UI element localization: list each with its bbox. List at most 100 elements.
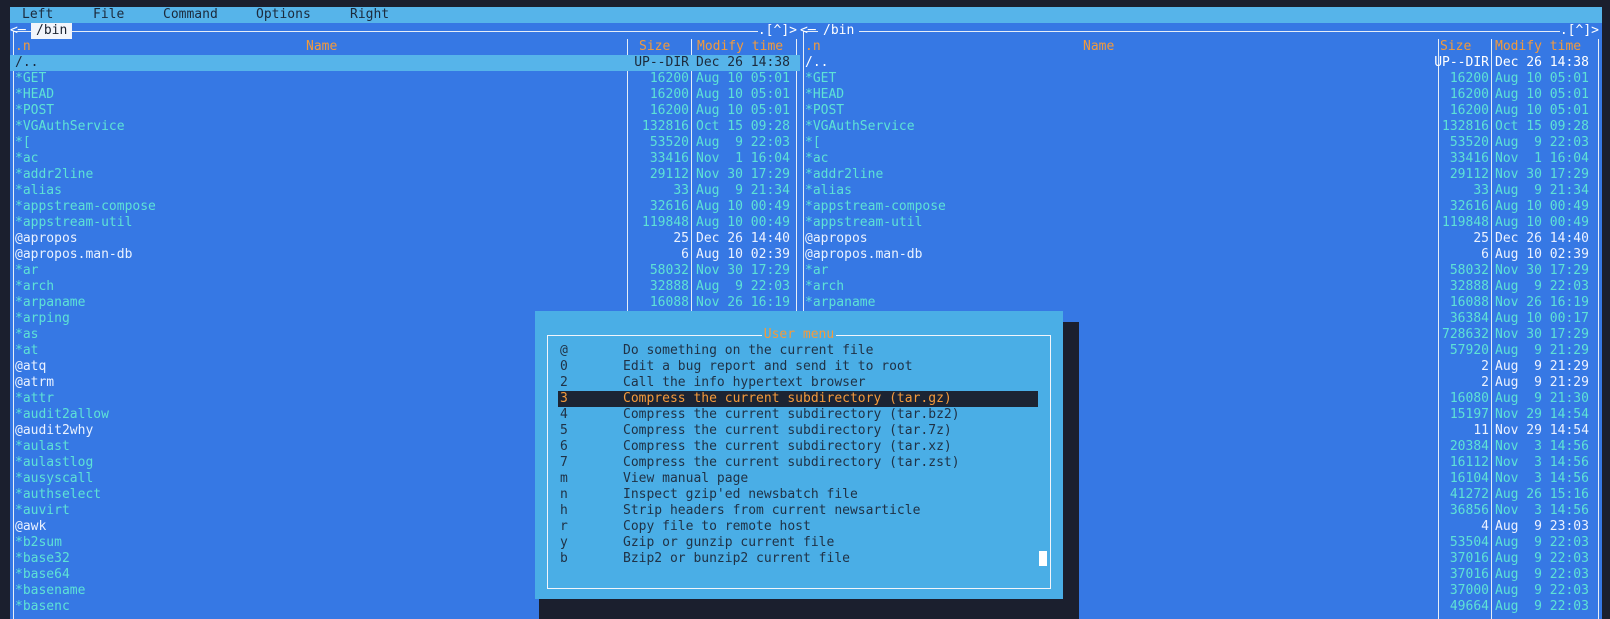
file-row[interactable]: @apropos.man-db 6 Aug 10 02:39 [10,247,800,263]
left-panel-corner-left: <─ [10,23,26,38]
file-name: *audit2allow [15,407,109,422]
file-name: *HEAD [15,87,55,102]
file-mtime: Oct 15 09:28 [1495,119,1589,134]
file-row[interactable]: *POST 16200 Aug 10 05:01 [800,103,1602,119]
menu-command[interactable]: Command [163,7,218,23]
file-row[interactable]: *HEAD 16200 Aug 10 05:01 [800,87,1602,103]
file-mtime: Aug 26 15:16 [1495,487,1589,502]
user-menu-item-key: 5 [560,423,568,438]
file-size: 16088 [1449,295,1489,310]
file-name: *aulastlog [15,455,94,470]
file-size: 16200 [1449,87,1489,102]
right-panel-corner-left: <─ [800,23,816,38]
file-row[interactable]: *POST 16200 Aug 10 05:01 [10,103,800,119]
user-menu-item[interactable]: 2 Call the info hypertext browser [558,375,1038,391]
menu-right[interactable]: Right [350,7,389,23]
file-row[interactable]: *appstream-compose 32616 Aug 10 00:49 [800,199,1602,215]
user-menu-item[interactable]: 7 Compress the current subdirectory (tar.… [558,455,1038,471]
right-header-size[interactable]: Size [1440,39,1471,55]
left-header-sort[interactable]: .n [15,39,31,55]
right-header-sort[interactable]: .n [805,39,821,55]
left-panel-path[interactable]: /bin [31,23,73,39]
file-mtime: Aug 10 00:49 [1495,215,1589,230]
user-menu-item-key: 2 [560,375,568,390]
right-header-mtime[interactable]: Modify time [1495,39,1581,55]
menu-file[interactable]: File [93,7,124,23]
file-row[interactable]: *VGAuthService 132816 Oct 15 09:28 [800,119,1602,135]
file-row[interactable]: *arch 32888 Aug 9 22:03 [10,279,800,295]
file-name: *arch [805,279,845,294]
file-row[interactable]: *ac 33416 Nov 1 16:04 [800,151,1602,167]
user-menu-item[interactable]: n Inspect gzip'ed newsbatch file [558,487,1038,503]
right-panel-corner-right[interactable]: .[^]> [1559,23,1599,39]
file-row[interactable]: *arch 32888 Aug 9 22:03 [800,279,1602,295]
file-row[interactable]: *VGAuthService 132816 Oct 15 09:28 [10,119,800,135]
right-header-name[interactable]: Name [1083,39,1114,55]
file-size: 53520 [1449,135,1489,150]
file-mtime: Dec 26 14:40 [1495,231,1589,246]
file-row[interactable]: *addr2line 29112 Nov 30 17:29 [10,167,800,183]
file-mtime: Nov 3 14:56 [1495,439,1589,454]
file-row[interactable]: @apropos 25 Dec 26 14:40 [800,231,1602,247]
user-menu-item[interactable]: b Bzip2 or bunzip2 current file [558,551,1038,567]
user-menu-item-label: Call the info hypertext browser [623,375,866,390]
left-header-mtime[interactable]: Modify time [697,39,783,55]
user-menu-item[interactable]: 0 Edit a bug report and send it to root [558,359,1038,375]
user-menu-item[interactable]: h Strip headers from current newsarticle [558,503,1038,519]
file-row[interactable]: *HEAD 16200 Aug 10 05:01 [10,87,800,103]
file-row[interactable]: *[53520 Aug 9 22:03 [10,135,800,151]
file-row[interactable]: *alias 33 Aug 9 21:34 [800,183,1602,199]
file-row[interactable]: *[53520 Aug 9 22:03 [800,135,1602,151]
file-name: *addr2line [805,167,884,182]
right-panel-path[interactable]: /bin [818,23,860,39]
file-row[interactable]: @apropos 25 Dec 26 14:40 [10,231,800,247]
file-row[interactable]: *addr2line 29112 Nov 30 17:29 [800,167,1602,183]
left-header-size[interactable]: Size [639,39,670,55]
file-row[interactable]: @apropos.man-db 6 Aug 10 02:39 [800,247,1602,263]
left-panel-corner-right[interactable]: .[^]> [757,23,797,39]
user-menu-item[interactable]: r Copy file to remote host [558,519,1038,535]
file-size: 41272 [1449,487,1489,502]
file-row[interactable]: *GET 16200 Aug 10 05:01 [10,71,800,87]
user-menu-item[interactable]: m View manual page [558,471,1038,487]
user-menu-title-text: User menu [761,327,837,342]
file-size: 32616 [1449,199,1489,214]
file-row[interactable]: *ar 58032 Nov 30 17:29 [10,263,800,279]
user-menu-item[interactable]: y Gzip or gunzip current file [558,535,1038,551]
file-row[interactable]: /.. UP--DIR Dec 26 14:38 [10,55,800,71]
file-row[interactable]: *ar 58032 Nov 30 17:29 [800,263,1602,279]
user-menu-item[interactable]: 4 Compress the current subdirectory (tar.… [558,407,1038,423]
file-row[interactable]: *alias 33 Aug 9 21:34 [10,183,800,199]
file-row[interactable]: *ac 33416 Nov 1 16:04 [10,151,800,167]
file-mtime: Aug 10 05:01 [696,103,790,118]
file-mtime: Aug 9 21:30 [1495,391,1589,406]
file-name: *arpaname [805,295,876,310]
file-name: *addr2line [15,167,94,182]
file-row[interactable]: *appstream-util 119848 Aug 10 00:49 [10,215,800,231]
left-header-name[interactable]: Name [306,39,337,55]
user-menu-item[interactable]: @ Do something on the current file [558,343,1038,359]
file-name: /.. [15,55,39,70]
user-menu-item-key: 3 [560,391,568,406]
file-size: UP--DIR [634,55,689,70]
file-size: 2 [1481,359,1489,374]
user-menu-item-label: Copy file to remote host [623,519,811,534]
file-mtime: Nov 29 14:54 [1495,423,1589,438]
menu-left[interactable]: Left [22,7,53,23]
file-row[interactable]: /.. UP--DIR Dec 26 14:38 [800,55,1602,71]
file-row[interactable]: *appstream-util 119848 Aug 10 00:49 [800,215,1602,231]
file-row[interactable]: *arpaname 16088 Nov 26 16:19 [10,295,800,311]
user-menu-item[interactable]: 3 Compress the current subdirectory (tar.… [558,391,1038,407]
user-menu-item[interactable]: 6 Compress the current subdirectory (tar.… [558,439,1038,455]
file-mtime: Aug 10 00:17 [1495,311,1589,326]
user-menu-item-key: 0 [560,359,568,374]
user-menu-item[interactable]: 5 Compress the current subdirectory (tar.… [558,423,1038,439]
file-size: 16200 [1449,71,1489,86]
file-row[interactable]: *appstream-compose 32616 Aug 10 00:49 [10,199,800,215]
file-row[interactable]: *GET 16200 Aug 10 05:01 [800,71,1602,87]
file-row[interactable]: *arpaname 16088 Nov 26 16:19 [800,295,1602,311]
file-mtime: Aug 9 21:34 [696,183,790,198]
file-name: *appstream-util [15,215,133,230]
menu-options[interactable]: Options [256,7,311,23]
file-size: 58032 [649,263,689,278]
